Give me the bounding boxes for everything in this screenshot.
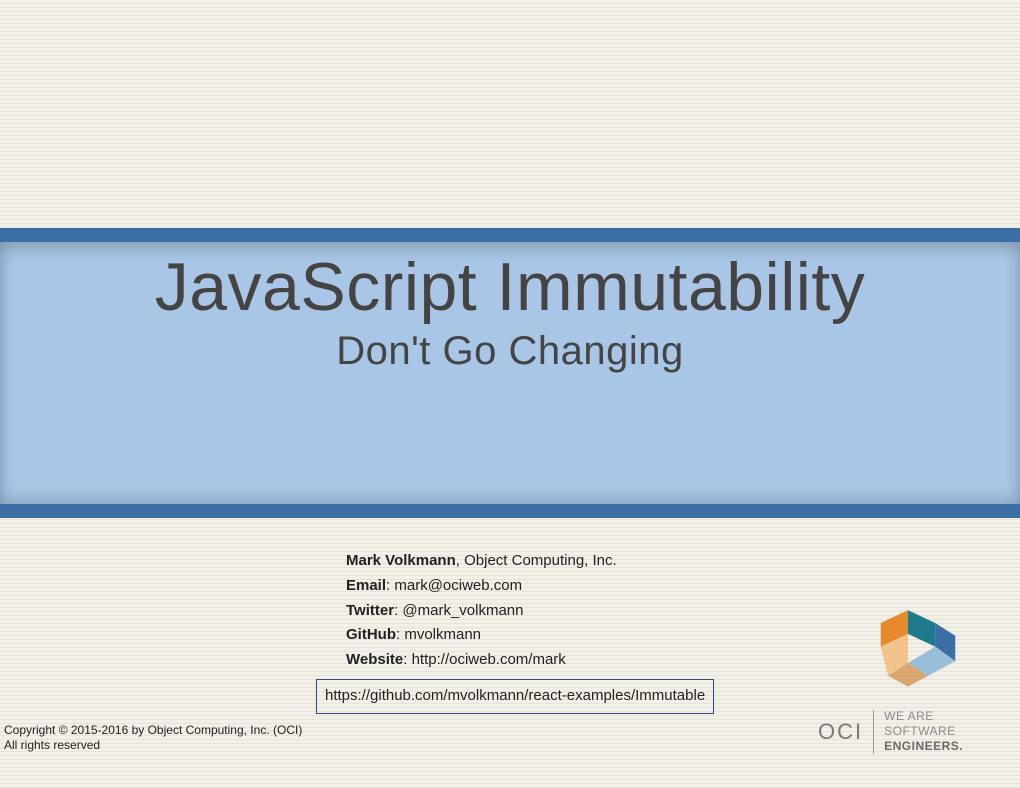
github-value: : mvolkmann bbox=[396, 626, 481, 643]
tagline-2: SOFTWARE bbox=[884, 724, 963, 739]
oci-logo-text-row: OCI WE ARE SOFTWARE ENGINEERS. bbox=[818, 709, 998, 754]
oci-logo: OCI WE ARE SOFTWARE ENGINEERS. bbox=[818, 603, 998, 754]
copyright-line-1: Copyright © 2015-2016 by Object Computin… bbox=[4, 723, 302, 739]
github-label: GitHub bbox=[346, 626, 396, 643]
author-name: Mark Volkmann bbox=[346, 552, 456, 569]
tagline-1: WE ARE bbox=[884, 709, 963, 724]
twitter-value: : @mark_volkmann bbox=[394, 602, 523, 619]
github-line: GitHub: mvolkmann bbox=[346, 623, 714, 648]
twitter-label: Twitter bbox=[346, 602, 394, 619]
oci-wordmark: OCI bbox=[818, 719, 863, 745]
email-label: Email bbox=[346, 577, 386, 594]
author-block: Mark Volkmann, Object Computing, Inc. Em… bbox=[346, 549, 714, 714]
oci-logo-mark-icon bbox=[853, 603, 963, 703]
website-line: Website: http://ociweb.com/mark bbox=[346, 648, 714, 673]
slide-subtitle: Don't Go Changing bbox=[0, 329, 1020, 374]
author-org: , Object Computing, Inc. bbox=[456, 552, 617, 569]
logo-divider bbox=[873, 710, 874, 754]
oci-tagline: WE ARE SOFTWARE ENGINEERS. bbox=[884, 709, 963, 754]
twitter-line: Twitter: @mark_volkmann bbox=[346, 599, 714, 624]
tagline-3: ENGINEERS. bbox=[884, 739, 963, 754]
email-value: : mark@ociweb.com bbox=[386, 577, 522, 594]
website-value: : http://ociweb.com/mark bbox=[403, 651, 566, 668]
title-area: JavaScript Immutability Don't Go Changin… bbox=[0, 252, 1020, 374]
repo-link-box: https://github.com/mvolkmann/react-examp… bbox=[316, 679, 714, 714]
author-line: Mark Volkmann, Object Computing, Inc. bbox=[346, 549, 714, 574]
copyright-block: Copyright © 2015-2016 by Object Computin… bbox=[4, 723, 302, 754]
slide-title: JavaScript Immutability bbox=[0, 252, 1020, 323]
copyright-line-2: All rights reserved bbox=[4, 738, 302, 754]
website-label: Website bbox=[346, 651, 403, 668]
email-line: Email: mark@ociweb.com bbox=[346, 574, 714, 599]
